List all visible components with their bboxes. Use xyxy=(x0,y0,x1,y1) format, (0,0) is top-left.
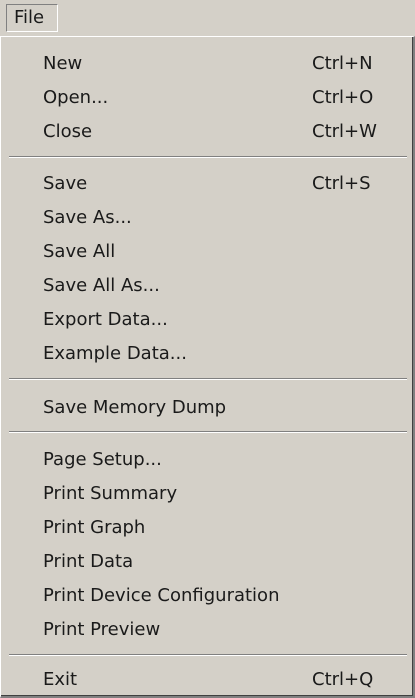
menu-item-label: New xyxy=(43,53,83,74)
menu-item-exit[interactable]: Exit Ctrl+Q xyxy=(1,663,413,697)
menu-separator xyxy=(9,654,407,656)
menu-item-shortcut: Ctrl+O xyxy=(312,87,374,108)
menu-item-print-data[interactable]: Print Data xyxy=(1,545,413,579)
menu-item-save-as[interactable]: Save As... xyxy=(1,201,413,235)
menu-item-shortcut: Ctrl+W xyxy=(312,121,377,142)
menu-item-print-summary[interactable]: Print Summary xyxy=(1,477,413,511)
menu-item-label: Save As... xyxy=(43,207,132,228)
menu-item-shortcut: Ctrl+N xyxy=(312,53,373,74)
menu-item-save-all-as[interactable]: Save All As... xyxy=(1,269,413,303)
menu-separator xyxy=(9,378,407,380)
menu-item-shortcut: Ctrl+S xyxy=(312,173,371,194)
menu-item-label: Save All xyxy=(43,241,116,262)
menu-item-label: Close xyxy=(43,121,93,142)
menu-item-print-device-configuration[interactable]: Print Device Configuration xyxy=(1,579,413,613)
menu-item-export-data[interactable]: Export Data... xyxy=(1,303,413,337)
menu-separator xyxy=(9,156,407,158)
menu-bar: File xyxy=(0,0,415,36)
menu-item-label: Exit xyxy=(43,669,78,690)
menu-item-label: Print Preview xyxy=(43,619,161,640)
menu-item-open[interactable]: Open... Ctrl+O xyxy=(1,81,413,115)
menu-item-save[interactable]: Save Ctrl+S xyxy=(1,167,413,201)
menu-item-new[interactable]: New Ctrl+N xyxy=(1,47,413,81)
menu-item-label: Save Memory Dump xyxy=(43,397,227,418)
menu-item-close[interactable]: Close Ctrl+W xyxy=(1,115,413,149)
menu-item-label: Export Data... xyxy=(43,309,168,330)
menu-item-label: Print Summary xyxy=(43,483,178,504)
menu-item-label: Open... xyxy=(43,87,109,108)
menu-item-example-data[interactable]: Example Data... xyxy=(1,337,413,371)
menu-item-save-memory-dump[interactable]: Save Memory Dump xyxy=(1,391,413,425)
menu-item-shortcut: Ctrl+Q xyxy=(312,669,374,690)
menu-item-label: Print Data xyxy=(43,551,134,572)
menu-item-label: Example Data... xyxy=(43,343,187,364)
menu-item-print-graph[interactable]: Print Graph xyxy=(1,511,413,545)
menu-item-label: Save xyxy=(43,173,88,194)
menu-item-label: Page Setup... xyxy=(43,449,162,470)
menu-item-print-preview[interactable]: Print Preview xyxy=(1,613,413,647)
menu-item-label: Print Device Configuration xyxy=(43,585,280,606)
menu-item-label: Save All As... xyxy=(43,275,160,296)
menu-separator xyxy=(9,431,407,433)
menu-item-page-setup[interactable]: Page Setup... xyxy=(1,443,413,477)
file-menu-button[interactable]: File xyxy=(6,4,58,32)
menu-item-save-all[interactable]: Save All xyxy=(1,235,413,269)
file-dropdown-menu: New Ctrl+N Open... Ctrl+O Close Ctrl+W S… xyxy=(0,36,415,698)
menu-item-label: Print Graph xyxy=(43,517,146,538)
